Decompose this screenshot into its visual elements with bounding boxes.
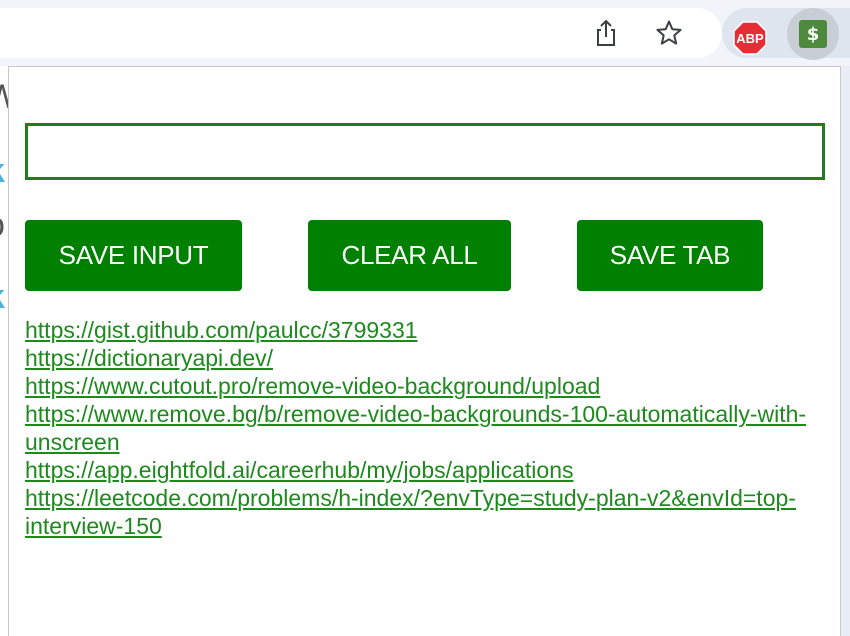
saved-link[interactable]: https://gist.github.com/paulcc/3799331: [25, 317, 418, 343]
list-item: https://gist.github.com/paulcc/3799331: [25, 316, 825, 344]
url-input[interactable]: [25, 123, 825, 180]
list-item: https://dictionaryapi.dev/: [25, 344, 825, 372]
list-item: https://app.eightfold.ai/careerhub/my/jo…: [25, 456, 825, 484]
dollar-extension-icon: $: [799, 20, 827, 48]
browser-toolbar: ABP $: [0, 0, 850, 66]
bg-fragment: o: [0, 206, 5, 245]
star-icon[interactable]: [654, 18, 684, 48]
bg-fragment: k: [0, 152, 5, 191]
list-item: https://leetcode.com/problems/h-index/?e…: [25, 484, 825, 540]
save-input-button[interactable]: SAVE INPUT: [25, 220, 242, 291]
dollar-extension-button[interactable]: $: [787, 8, 839, 60]
saved-links-list: https://gist.github.com/paulcc/3799331 h…: [25, 316, 825, 540]
extension-popup: SAVE INPUT CLEAR ALL SAVE TAB https://gi…: [8, 66, 841, 636]
list-item: https://www.remove.bg/b/remove-video-bac…: [25, 400, 825, 456]
saved-link[interactable]: https://app.eightfold.ai/careerhub/my/jo…: [25, 457, 574, 483]
clear-all-button[interactable]: CLEAR ALL: [308, 220, 511, 291]
list-item: https://www.cutout.pro/remove-video-back…: [25, 372, 825, 400]
abp-label: ABP: [736, 31, 764, 46]
bg-fragment: k: [0, 278, 5, 317]
abp-extension-icon[interactable]: ABP: [733, 21, 767, 55]
saved-link[interactable]: https://www.cutout.pro/remove-video-back…: [25, 373, 600, 399]
saved-link[interactable]: https://www.remove.bg/b/remove-video-bac…: [25, 401, 806, 455]
saved-link[interactable]: https://leetcode.com/problems/h-index/?e…: [25, 485, 796, 539]
save-tab-button[interactable]: SAVE TAB: [577, 220, 763, 291]
share-icon[interactable]: [591, 18, 621, 48]
saved-link[interactable]: https://dictionaryapi.dev/: [25, 345, 273, 371]
